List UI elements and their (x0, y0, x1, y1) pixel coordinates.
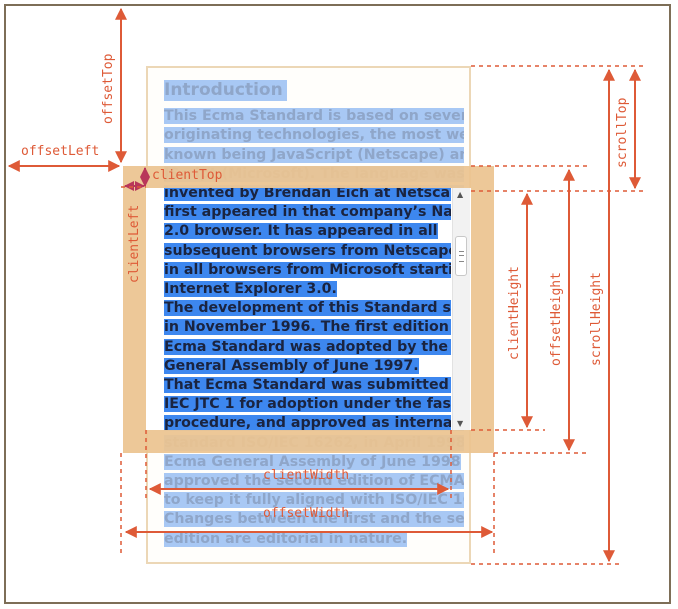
label-scroll-height: scrollHeight (589, 272, 604, 366)
label-scroll-top: scrollTop (615, 97, 630, 168)
label-offset-top: offsetTop (101, 53, 116, 124)
label-client-height: clientHeight (507, 266, 522, 360)
label-offset-width: offsetWidth (263, 506, 350, 521)
label-client-width: clientWidth (263, 468, 350, 483)
label-client-top: clientTop (152, 168, 223, 183)
diagram: Introduction This Ecma Standard is based… (0, 0, 678, 609)
label-offset-left: offsetLeft (21, 144, 100, 159)
label-offset-height: offsetHeight (549, 272, 564, 366)
label-client-left: clientLeft (127, 204, 142, 283)
